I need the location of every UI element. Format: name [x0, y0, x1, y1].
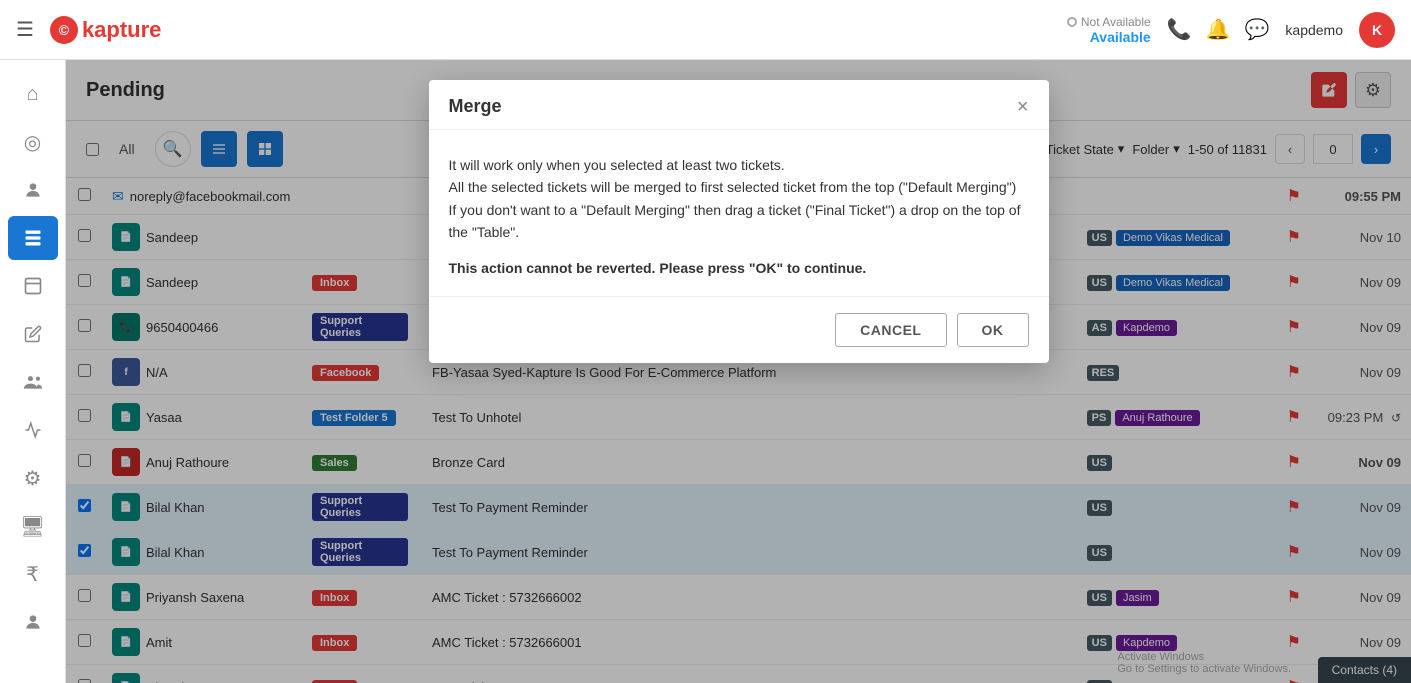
- sidebar-item-edit[interactable]: [8, 312, 58, 356]
- sidebar-item-globe[interactable]: ◎: [8, 120, 58, 164]
- not-available-status[interactable]: Not Available: [1067, 15, 1151, 29]
- main-layout: ⌂ ◎ ⚙ 🖥 ₹ Pending: [0, 60, 1411, 683]
- header-left: ☰ © kapture: [16, 16, 161, 44]
- sidebar-item-settings[interactable]: ⚙: [8, 456, 58, 500]
- modal-footer: CANCEL OK: [429, 296, 1049, 363]
- hamburger-icon[interactable]: ☰: [16, 17, 34, 42]
- modal-body: It will work only when you selected at l…: [429, 130, 1049, 296]
- sidebar-item-user[interactable]: [8, 168, 58, 212]
- modal-line1: It will work only when you selected at l…: [449, 154, 1029, 176]
- chat-icon[interactable]: 💬: [1245, 17, 1270, 42]
- main-content: Pending ⚙ All 🔍 Ticket State ▾: [66, 60, 1411, 683]
- merge-modal: Merge × It will work only when you selec…: [429, 80, 1049, 363]
- sidebar-item-orders[interactable]: [8, 264, 58, 308]
- sidebar: ⌂ ◎ ⚙ 🖥 ₹: [0, 60, 66, 683]
- header-right: Not Available Available 📞 🔔 💬 kapdemo K: [1067, 12, 1395, 48]
- not-available-dot: [1067, 17, 1077, 27]
- sidebar-item-contacts[interactable]: [8, 360, 58, 404]
- sidebar-item-reports[interactable]: [8, 408, 58, 452]
- app-header: ☰ © kapture Not Available Available 📞 🔔 …: [0, 0, 1411, 60]
- modal-warning: This action cannot be reverted. Please p…: [449, 260, 1029, 276]
- modal-header: Merge ×: [429, 80, 1049, 130]
- user-name: kapdemo: [1285, 22, 1343, 38]
- user-avatar[interactable]: K: [1359, 12, 1395, 48]
- status-area: Not Available Available: [1067, 15, 1151, 45]
- sidebar-item-home[interactable]: ⌂: [8, 72, 58, 116]
- sidebar-item-monitor[interactable]: 🖥: [8, 504, 58, 548]
- modal-line2: All the selected tickets will be merged …: [449, 176, 1029, 198]
- phone-icon[interactable]: 📞: [1167, 17, 1192, 42]
- bell-icon[interactable]: 🔔: [1206, 17, 1231, 42]
- ok-button[interactable]: OK: [957, 313, 1029, 347]
- header-icons: 📞 🔔 💬: [1167, 17, 1270, 42]
- modal-title: Merge: [449, 96, 502, 117]
- logo-text: kapture: [82, 17, 161, 43]
- sidebar-item-tickets[interactable]: [8, 216, 58, 260]
- sidebar-item-profile[interactable]: [8, 600, 58, 644]
- logo: © kapture: [50, 16, 161, 44]
- sidebar-item-billing[interactable]: ₹: [8, 552, 58, 596]
- logo-icon: ©: [50, 16, 78, 44]
- available-status[interactable]: Available: [1090, 29, 1151, 45]
- modal-overlay: Merge × It will work only when you selec…: [66, 60, 1411, 683]
- modal-close-button[interactable]: ×: [1017, 97, 1029, 117]
- modal-line3: If you don't want to a "Default Merging"…: [449, 199, 1029, 244]
- cancel-button[interactable]: CANCEL: [835, 313, 946, 347]
